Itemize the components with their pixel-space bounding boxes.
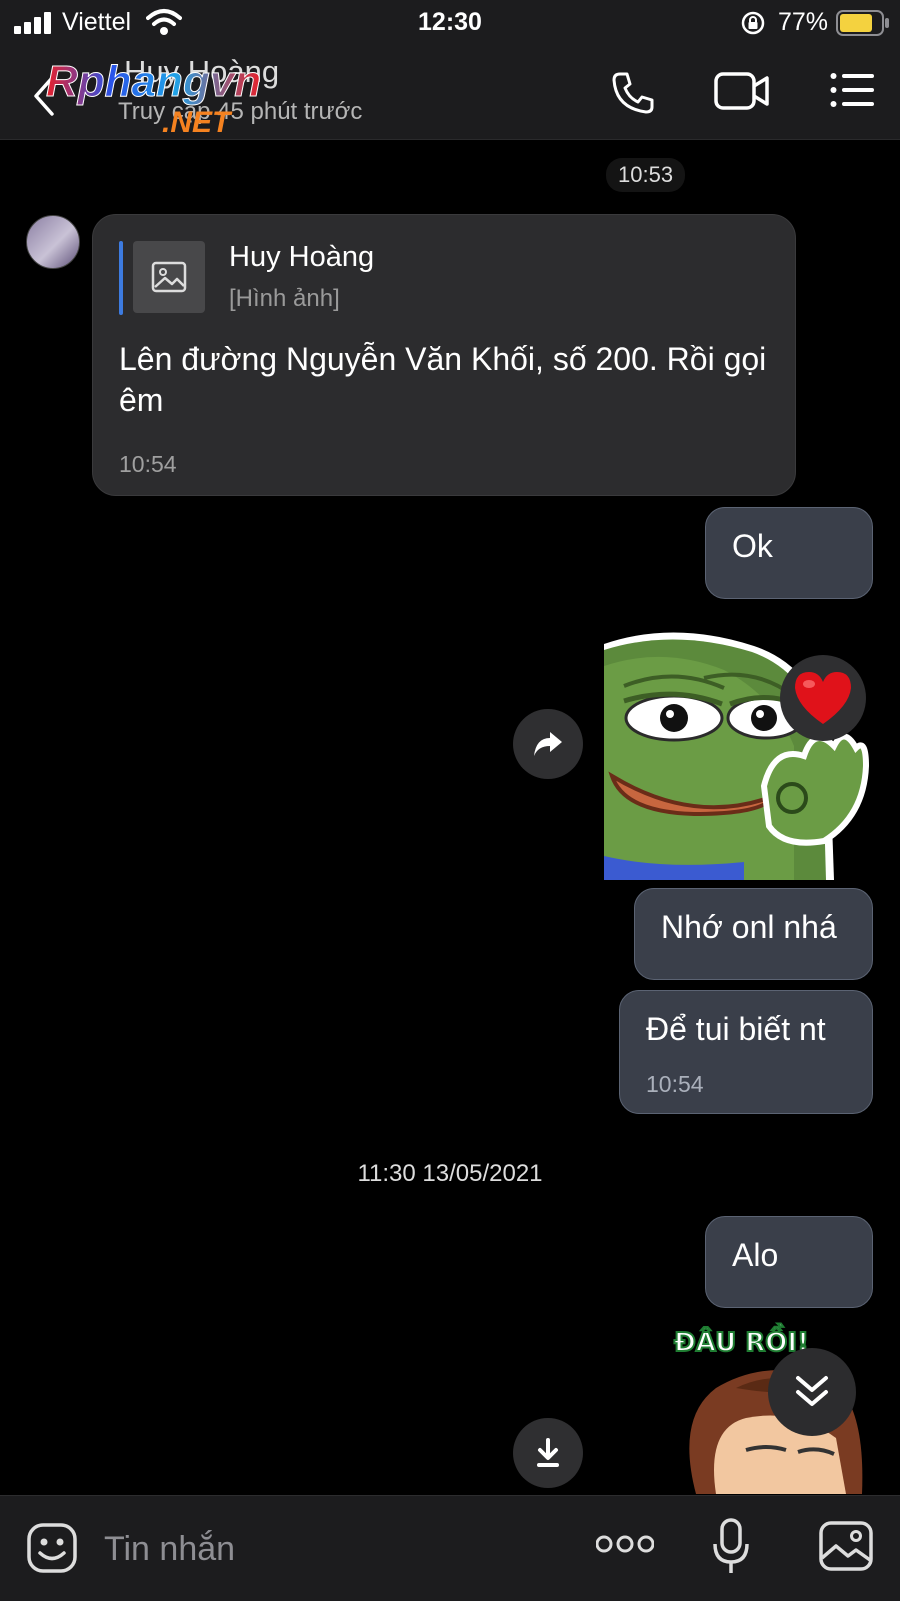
share-button[interactable] xyxy=(513,709,583,779)
reply-accent-bar xyxy=(119,241,123,315)
download-button[interactable] xyxy=(513,1418,583,1488)
message-text: Để tui biết nt xyxy=(646,1011,826,1047)
more-icon[interactable] xyxy=(596,1534,654,1554)
scroll-down-button[interactable] xyxy=(768,1348,856,1436)
mic-icon[interactable] xyxy=(712,1518,750,1576)
svg-text:.NET: .NET xyxy=(162,106,233,136)
gallery-icon[interactable] xyxy=(818,1520,874,1572)
heart-reaction[interactable] xyxy=(780,655,866,741)
battery-icon xyxy=(836,10,889,36)
svg-text:Rphangvn: Rphangvn xyxy=(46,57,261,106)
outgoing-message[interactable]: Nhớ onl nhá xyxy=(634,888,873,980)
share-icon xyxy=(534,732,562,756)
outgoing-message[interactable]: Để tui biết nt 10:54 xyxy=(619,990,873,1114)
time-chip: 10:53 xyxy=(606,158,686,192)
message-input-bar xyxy=(0,1495,900,1601)
emoji-icon[interactable] xyxy=(26,1522,78,1574)
battery-percent: 77% xyxy=(777,8,828,36)
image-icon xyxy=(151,261,187,293)
message-text: Alo xyxy=(732,1237,779,1273)
outgoing-message[interactable]: Alo xyxy=(705,1216,873,1308)
double-chevron-down-icon xyxy=(796,1376,828,1406)
phone-icon[interactable] xyxy=(610,70,656,116)
watermark-logo: Rphangvn .NET xyxy=(46,57,262,137)
chat-area[interactable]: 10:53 Huy Hoàng [Hình ảnh] Lên đường Ngu… xyxy=(0,140,900,1494)
status-bar: Viettel 12:30 77% xyxy=(0,0,900,46)
message-text: Nhớ onl nhá xyxy=(661,909,837,945)
incoming-message[interactable]: Huy Hoàng [Hình ảnh] Lên đường Nguyễn Vă… xyxy=(92,214,796,496)
reply-content-type: [Hình ảnh] xyxy=(229,285,340,312)
outgoing-message[interactable]: Ok xyxy=(705,507,873,599)
message-text: Lên đường Nguyễn Văn Khối, số 200. Rồi g… xyxy=(119,341,767,418)
avatar[interactable] xyxy=(26,215,80,269)
message-input[interactable] xyxy=(102,1520,566,1578)
message-text: Ok xyxy=(732,528,773,564)
list-icon[interactable] xyxy=(830,72,874,108)
reply-thumbnail[interactable] xyxy=(133,241,205,313)
date-separator: 11:30 13/05/2021 xyxy=(357,1160,543,1187)
reply-sender-name: Huy Hoàng xyxy=(229,241,375,273)
download-icon xyxy=(537,1438,559,1467)
rotation-lock-icon xyxy=(741,11,765,35)
heart-icon xyxy=(795,672,851,724)
message-time: 10:54 xyxy=(646,1071,704,1097)
chat-header: Huy Hoàng Truy cập 45 phút trước Rphangv… xyxy=(0,46,900,140)
video-icon[interactable] xyxy=(714,70,770,112)
message-time: 10:54 xyxy=(119,451,177,477)
